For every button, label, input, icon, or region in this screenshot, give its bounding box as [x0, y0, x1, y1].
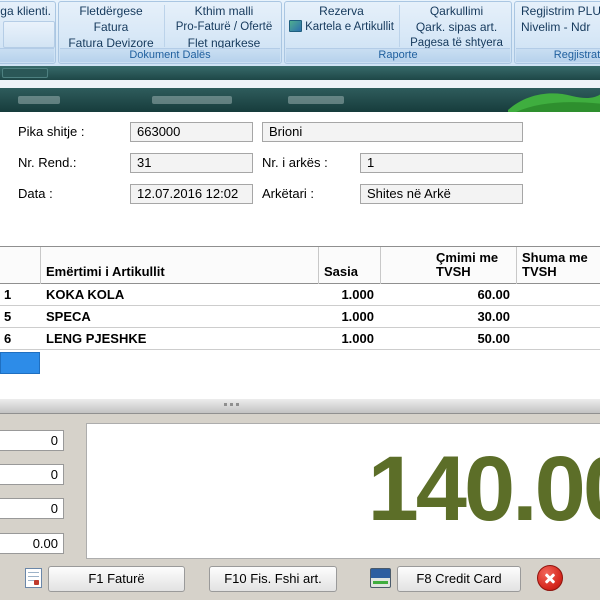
f8-credit-card-button[interactable]: F8 Credit Card [397, 566, 521, 592]
splitter-grip-icon [224, 403, 227, 406]
ribbon-button-kartela-artikullit[interactable]: Kartela e Artikullit [285, 20, 398, 35]
table-row[interactable]: 5 SPECA 1.000 30.00 30.00 [0, 306, 600, 328]
quantity: 1.000 [318, 328, 374, 350]
splitter-bar[interactable] [0, 398, 600, 414]
article-name: LENG PJESHKE [40, 328, 318, 350]
price: 60.00 [380, 284, 510, 306]
arketari-field[interactable]: Shites në Arkë [360, 184, 523, 204]
f10-fshi-artikull-button[interactable]: F10 Fis. Fshi art. [209, 566, 337, 592]
column-header-price[interactable]: Çmimi me TVSH [436, 251, 516, 279]
pika-shitje-code-field[interactable]: 663000 [130, 122, 253, 142]
line-total: 30.00 [516, 306, 600, 328]
row-number: 5 [0, 306, 40, 328]
green-swoosh-logo-icon [508, 88, 600, 112]
quantity: 1.000 [318, 306, 374, 328]
ribbon-button-regjistrim-plu[interactable]: Regjistrim PLU [521, 4, 600, 19]
band-text-blur [18, 96, 60, 104]
teal-header-band [0, 66, 600, 80]
article-name: SPECA [40, 306, 318, 328]
table-row[interactable]: 6 LENG PJESHKE 1.000 50.00 50.00 [0, 328, 600, 350]
ribbon-group-regjistrat: Regjistrim PLU Nivelim - Ndr Regjistrat [514, 1, 600, 64]
payment-panel: 0 0 0 0.00 140.00 F1 Faturë F10 Fis. Fsh… [0, 414, 600, 600]
row-number: 1 [0, 284, 40, 306]
row-number: 6 [0, 328, 40, 350]
pos-window: ga klienti. Fletdërgese Fatura Fatura De… [0, 0, 600, 600]
ribbon-group-caption-dokument-dales: Dokument Dalës [60, 48, 280, 62]
ribbon-group-left-partial: ga klienti. [0, 1, 56, 64]
ribbon-button-kthim-malli[interactable]: Kthim malli [165, 4, 283, 19]
price: 50.00 [380, 328, 510, 350]
ribbon-button-blank[interactable] [3, 21, 55, 48]
table-header: Emërtimi i Artikullit Sasia Çmimi me TVS… [0, 247, 600, 284]
article-name: KOKA KOLA [40, 284, 318, 306]
column-header-total[interactable]: Shuma me TVSH [522, 251, 594, 279]
pika-shitje-name-field[interactable]: Brioni [262, 122, 523, 142]
selected-cell[interactable] [0, 352, 40, 374]
ribbon-button-nivelim-ndrysho[interactable]: Nivelim - Ndr [521, 20, 600, 35]
ribbon: ga klienti. Fletdërgese Fatura Fatura De… [0, 0, 600, 67]
ribbon-button-rezerva[interactable]: Rezerva [285, 4, 398, 19]
line-total: 50.00 [516, 328, 600, 350]
ribbon-group-caption-regjistrat: Regjistrat [516, 48, 600, 62]
column-header-article[interactable]: Emërtimi i Artikullit [46, 265, 165, 279]
nr-rend-label: Nr. Rend.: [18, 153, 77, 173]
ribbon-group-dokument-dales: Fletdërgese Fatura Fatura Devizore Kthim… [58, 1, 282, 64]
teal-tab-button[interactable] [2, 68, 48, 78]
close-icon[interactable] [537, 565, 563, 591]
ribbon-group-caption-raporte: Raporte [286, 48, 510, 62]
light-strip [0, 80, 600, 88]
ribbon-button-pagesa-nga-klienti[interactable]: ga klienti. [0, 4, 51, 19]
price: 30.00 [380, 306, 510, 328]
f1-fature-button[interactable]: F1 Faturë [48, 566, 185, 592]
band-text-blur [152, 96, 232, 104]
ribbon-button-pro-fature-oferte[interactable]: Pro-Faturë / Ofertë [165, 20, 283, 35]
credit-card-terminal-icon [370, 568, 391, 588]
amount-field-4[interactable]: 0.00 [0, 533, 64, 554]
line-total: 60.00 [516, 284, 600, 306]
column-header-qty[interactable]: Sasia [324, 265, 358, 279]
ribbon-group-caption-left [0, 48, 54, 62]
table-row[interactable]: 1 KOKA KOLA 1.000 60.00 60.00 [0, 284, 600, 306]
amount-field-3[interactable]: 0 [0, 498, 64, 519]
ribbon-button-fatura[interactable]: Fatura [59, 20, 163, 35]
amount-field-2[interactable]: 0 [0, 464, 64, 485]
grand-total-display: 140.00 [86, 423, 600, 559]
ribbon-button-kartela-label: Kartela e Artikullit [305, 21, 394, 33]
arketari-label: Arkëtari : [262, 184, 314, 204]
nr-arkes-label: Nr. i arkës : [262, 153, 328, 173]
ribbon-button-fletdergese[interactable]: Fletdërgese [59, 4, 163, 19]
ribbon-button-qarkullimi[interactable]: Qarkullimi [400, 4, 513, 19]
data-field[interactable]: 12.07.2016 12:02 [130, 184, 253, 204]
nr-rend-field[interactable]: 31 [130, 153, 253, 173]
nr-arkes-field[interactable]: 1 [360, 153, 523, 173]
pika-shitje-label: Pika shitje : [18, 122, 84, 142]
sale-header-form: Pika shitje : 663000 Brioni Nr. Rend.: 3… [0, 112, 600, 246]
ribbon-group-raporte: Rezerva Kartela e Artikullit Qarkullimi … [284, 1, 512, 64]
band-text-blur [288, 96, 344, 104]
teal-title-band [0, 88, 600, 112]
invoice-document-icon [25, 568, 42, 588]
article-card-icon [289, 20, 302, 32]
ribbon-button-qark-sipas-art[interactable]: Qark. sipas art. [400, 20, 513, 35]
amount-field-1[interactable]: 0 [0, 430, 64, 451]
data-label: Data : [18, 184, 53, 204]
quantity: 1.000 [318, 284, 374, 306]
